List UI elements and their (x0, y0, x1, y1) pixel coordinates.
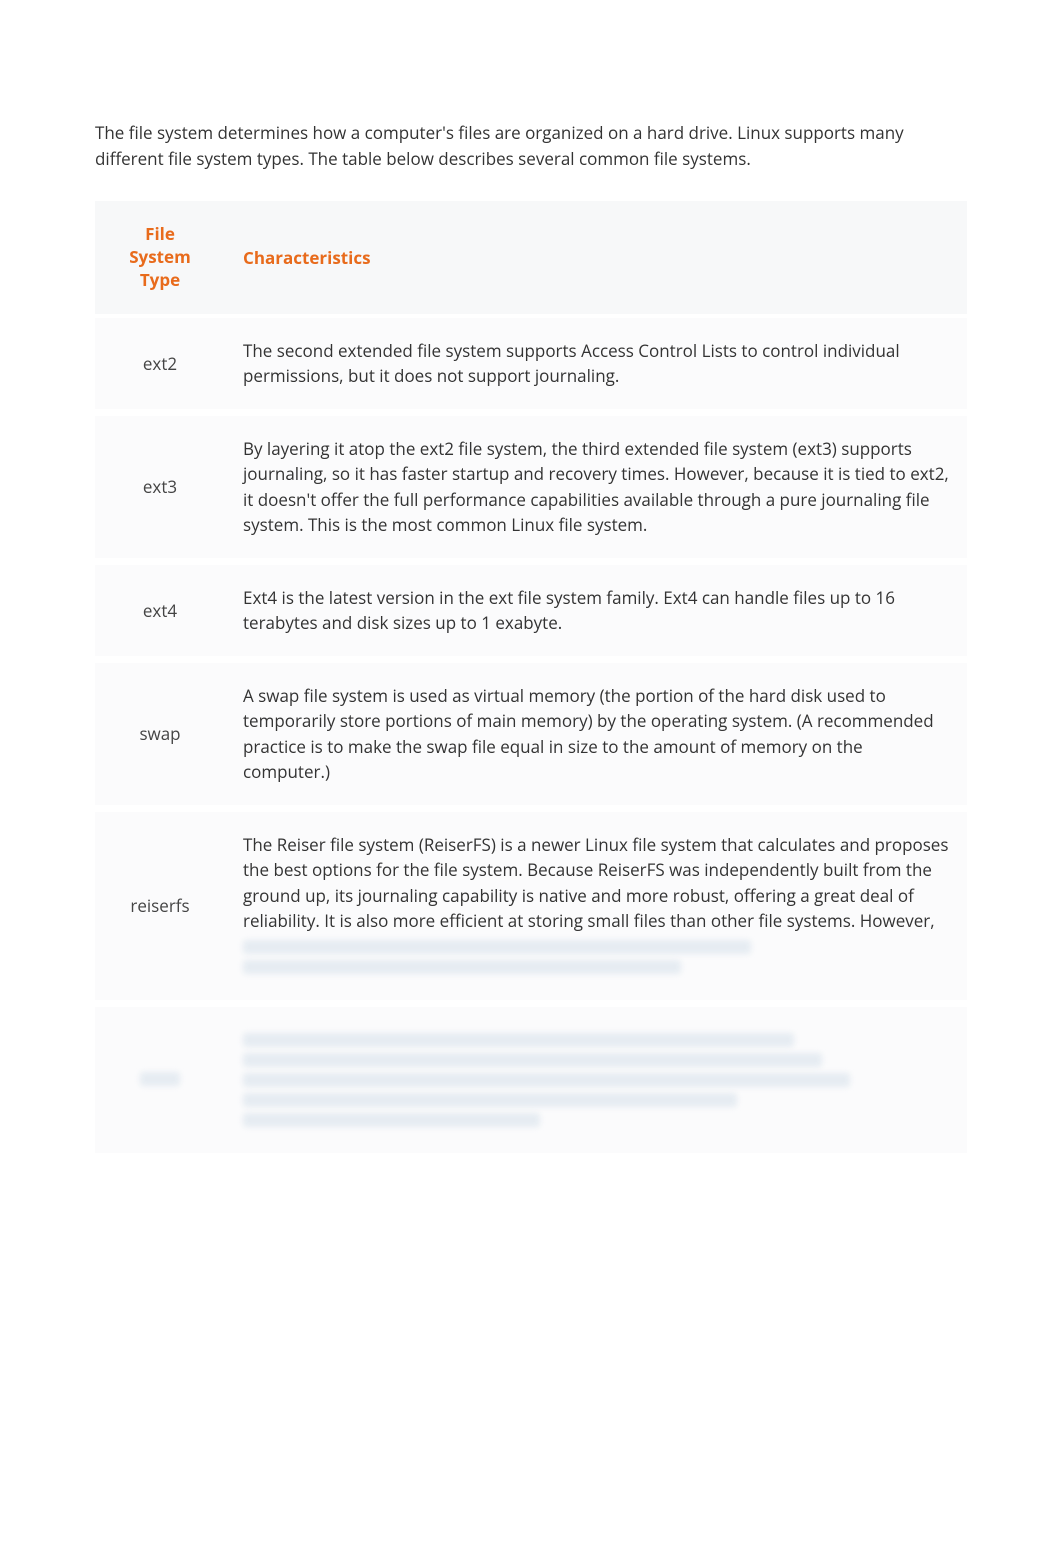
type-cell: reiserfs (95, 809, 225, 1000)
blurred-text (243, 1093, 737, 1107)
header-type: File System Type (95, 201, 225, 314)
blurred-text (243, 1113, 540, 1127)
table-row: swap A swap file system is used as virtu… (95, 660, 967, 805)
desc-cell: By layering it atop the ext2 file system… (225, 413, 967, 558)
file-systems-table: File System Type Characteristics ext2 Th… (95, 197, 967, 1157)
table-row: ext4 Ext4 is the latest version in the e… (95, 562, 967, 656)
desc-cell-blurred (225, 1004, 967, 1153)
type-cell: ext4 (95, 562, 225, 656)
blurred-text (243, 960, 681, 974)
type-cell-blurred (95, 1004, 225, 1153)
table-row: ext2 The second extended file system sup… (95, 318, 967, 409)
blurred-text (243, 1033, 794, 1047)
type-cell: ext2 (95, 318, 225, 409)
header-characteristics: Characteristics (225, 201, 967, 314)
desc-cell: Ext4 is the latest version in the ext fi… (225, 562, 967, 656)
blurred-text (243, 1073, 850, 1087)
desc-cell: The second extended file system supports… (225, 318, 967, 409)
table-row (95, 1004, 967, 1153)
blurred-text (140, 1072, 180, 1086)
blurred-text (243, 940, 751, 954)
type-cell: swap (95, 660, 225, 805)
table-row: ext3 By layering it atop the ext2 file s… (95, 413, 967, 558)
table-row: reiserfs The Reiser file system (ReiserF… (95, 809, 967, 1000)
blurred-text (243, 1053, 822, 1067)
desc-cell: The Reiser file system (ReiserFS) is a n… (225, 809, 967, 1000)
intro-paragraph: The file system determines how a compute… (95, 120, 967, 171)
desc-text: The Reiser file system (ReiserFS) is a n… (243, 833, 948, 933)
desc-cell: A swap file system is used as virtual me… (225, 660, 967, 805)
type-cell: ext3 (95, 413, 225, 558)
